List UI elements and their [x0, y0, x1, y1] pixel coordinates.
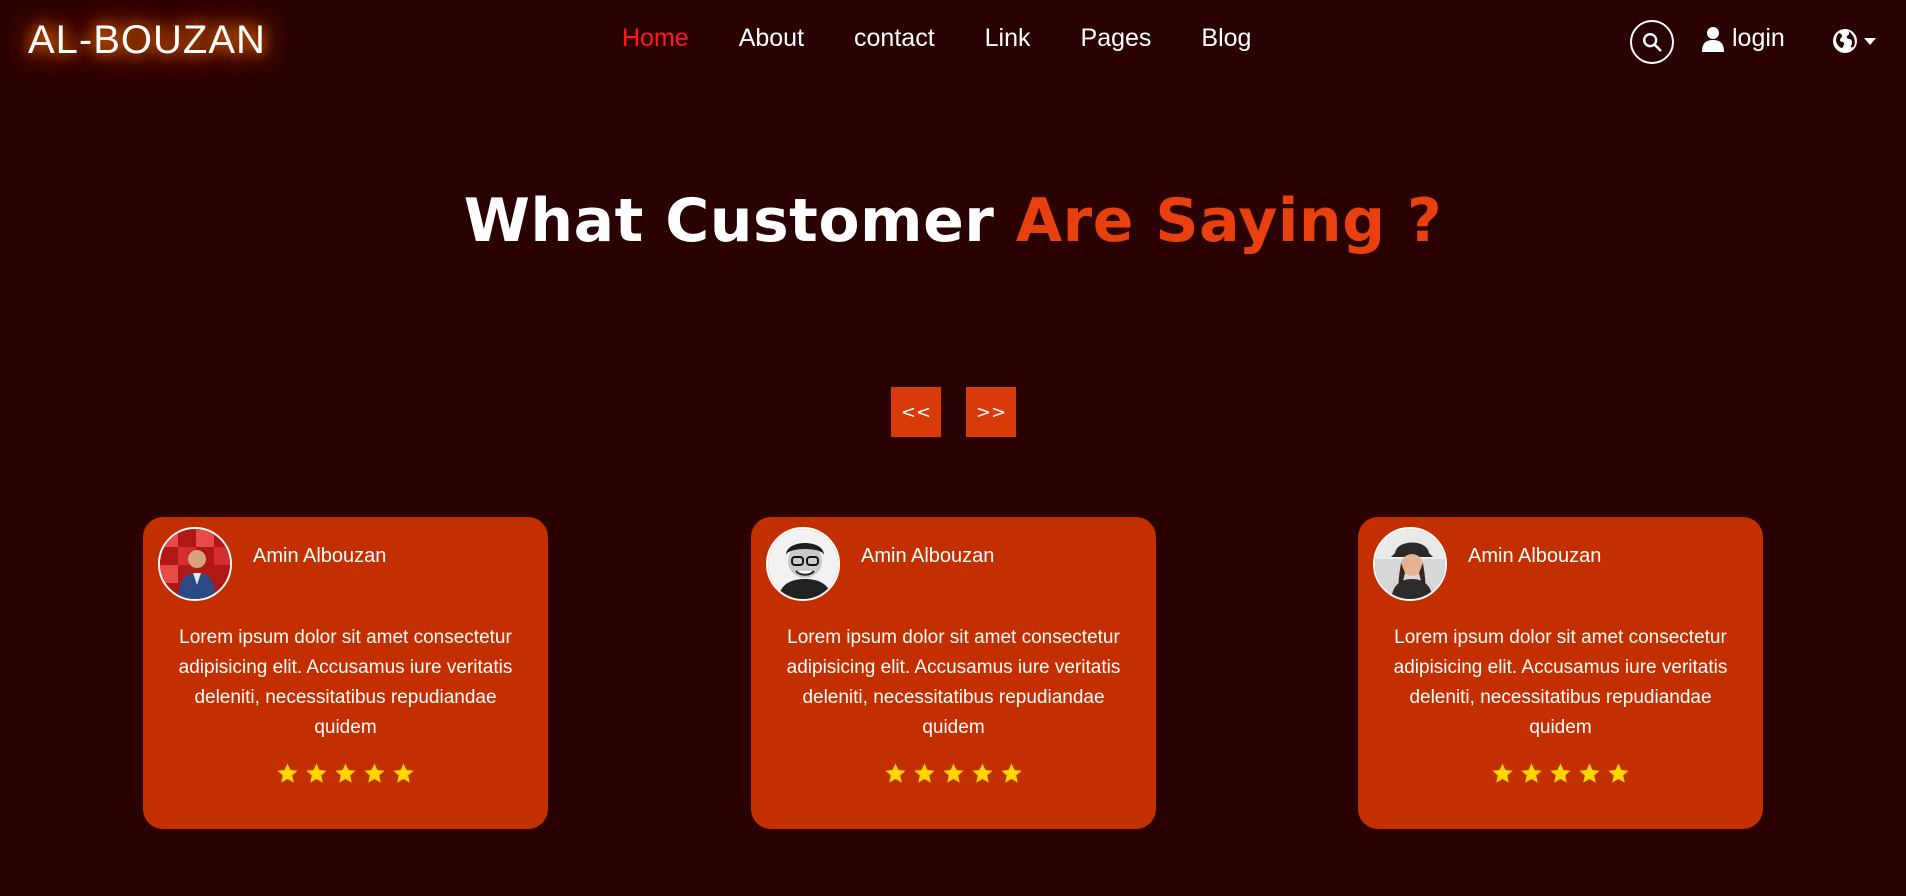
star-icon [277, 763, 298, 783]
star-icon [306, 763, 327, 783]
star-rating [143, 762, 548, 785]
nav-link-pages[interactable]: Pages [1081, 24, 1152, 52]
nav-item-blog: Blog [1201, 24, 1251, 53]
star-icon [1521, 763, 1542, 783]
avatar [158, 527, 232, 601]
login-button[interactable]: login [1702, 24, 1785, 53]
star-rating [1358, 762, 1763, 785]
avatar [1373, 527, 1447, 601]
login-label: login [1732, 24, 1785, 52]
nav-link-contact[interactable]: contact [854, 24, 935, 52]
avatar [766, 527, 840, 601]
brand-logo[interactable]: AL-BOUZAN [28, 18, 266, 63]
nav-item-home: Home [622, 24, 689, 53]
nav-link-blog[interactable]: Blog [1201, 24, 1251, 52]
star-rating [751, 762, 1156, 785]
star-icon [1608, 763, 1629, 783]
star-icon [885, 763, 906, 783]
nav-link-about[interactable]: About [739, 24, 804, 52]
card-name: Amin Albouzan [253, 545, 387, 567]
user-icon [1702, 26, 1724, 52]
star-icon [335, 763, 356, 783]
nav-link-home[interactable]: Home [622, 24, 689, 52]
nav-links: Home About contact Link Pages Blog [622, 24, 1251, 53]
card-name: Amin Albouzan [861, 545, 995, 567]
search-icon [1643, 33, 1662, 52]
star-icon [1492, 763, 1513, 783]
heading-part-2: Are Saying ? [1015, 186, 1443, 256]
nav-link-link[interactable]: Link [985, 24, 1031, 52]
carousel-next-button[interactable]: >> [966, 387, 1016, 437]
section-heading: What Customer Are Saying ? [0, 186, 1906, 256]
chevron-down-icon [1864, 37, 1876, 45]
globe-icon [1833, 29, 1857, 53]
card-text: Lorem ipsum dolor sit amet consectetur a… [786, 627, 1121, 738]
nav-item-link: Link [985, 24, 1031, 53]
star-icon [943, 763, 964, 783]
star-icon [972, 763, 993, 783]
testimonial-card: Amin Albouzan Lorem ipsum dolor sit amet… [751, 517, 1156, 829]
language-dropdown[interactable] [1832, 28, 1876, 54]
nav-item-pages: Pages [1081, 24, 1152, 53]
star-icon [1550, 763, 1571, 783]
testimonial-card: Amin Albouzan Lorem ipsum dolor sit amet… [1358, 517, 1763, 829]
carousel-prev-button[interactable]: << [891, 387, 941, 437]
navbar: AL-BOUZAN Home About contact Link Pages … [0, 0, 1906, 84]
search-button[interactable] [1630, 20, 1674, 64]
card-name: Amin Albouzan [1468, 545, 1602, 567]
nav-item-about: About [739, 24, 804, 53]
star-icon [364, 763, 385, 783]
nav-item-contact: contact [854, 24, 935, 53]
heading-part-1: What Customer [463, 186, 1016, 256]
testimonial-card: Amin Albouzan Lorem ipsum dolor sit amet… [143, 517, 548, 829]
card-text: Lorem ipsum dolor sit amet consectetur a… [178, 627, 513, 738]
star-icon [393, 763, 414, 783]
star-icon [1579, 763, 1600, 783]
star-icon [914, 763, 935, 783]
card-text: Lorem ipsum dolor sit amet consectetur a… [1393, 627, 1728, 738]
page: AL-BOUZAN Home About contact Link Pages … [0, 0, 1906, 896]
star-icon [1001, 763, 1022, 783]
